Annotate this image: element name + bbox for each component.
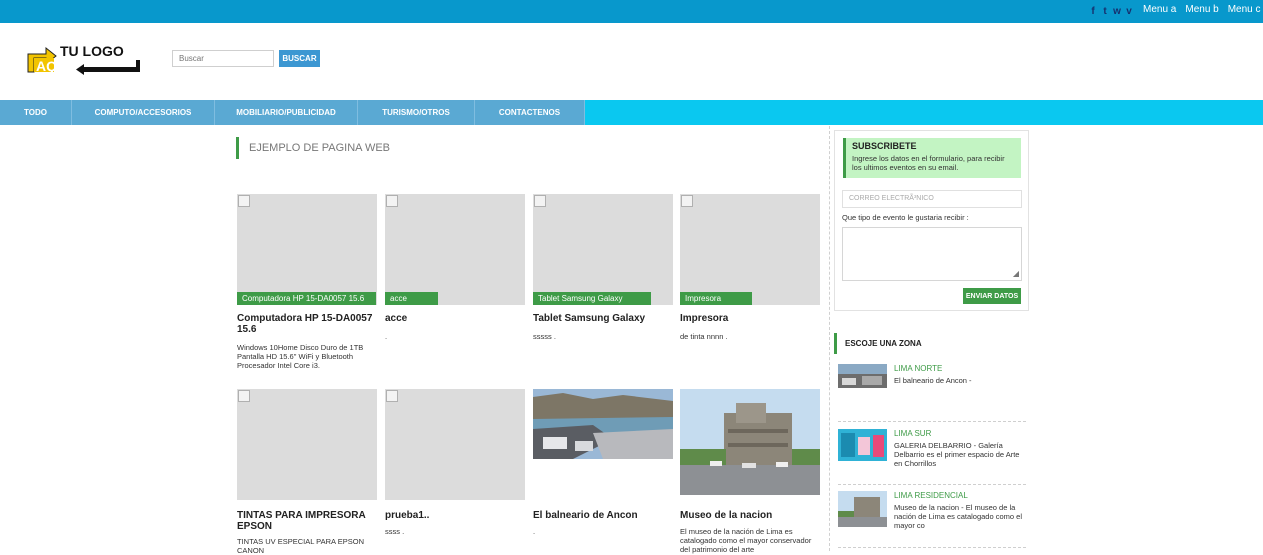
logo-text-line2: AQUI — [36, 58, 71, 74]
product-image[interactable] — [237, 389, 377, 500]
zone-photo — [838, 429, 887, 461]
product-desc: . — [385, 332, 388, 341]
nav-item-mobiliario[interactable]: MOBILIARIO/PUBLICIDAD — [215, 100, 358, 125]
site-logo[interactable]: TU LOGO AQUI — [26, 42, 144, 76]
broken-image-icon — [238, 390, 250, 402]
nav-item-todo[interactable]: TODO — [0, 100, 72, 125]
twitter-icon[interactable]: t — [1100, 5, 1110, 17]
top-menu-a[interactable]: Menu a — [1143, 4, 1176, 15]
top-menu-b[interactable]: Menu b — [1185, 4, 1218, 15]
zone-thumbnail[interactable] — [838, 429, 887, 461]
ancon-photo — [533, 389, 673, 459]
subscribe-header: SUBSCRIBETE Ingrese los datos en el form… — [843, 138, 1021, 178]
nav-item-contactenos[interactable]: CONTACTENOS — [475, 100, 585, 125]
whatsapp-icon[interactable]: w — [1112, 5, 1122, 17]
product-image[interactable] — [680, 389, 820, 500]
product-image[interactable] — [385, 389, 525, 500]
broken-image-icon — [238, 195, 250, 207]
header: TU LOGO AQUI BUSCAR — [0, 23, 1263, 100]
product-tag: Computadora HP 15-DA0057 15.6 — [237, 292, 376, 305]
product-title[interactable]: El balneario de Ancon — [533, 510, 673, 521]
event-type-label: Que tipo de evento le gustaria recibir : — [842, 213, 969, 222]
product-title[interactable]: acce — [385, 313, 525, 324]
vimeo-icon[interactable]: v — [1124, 5, 1134, 17]
product-image[interactable]: Impresora — [680, 194, 820, 305]
sidebar-divider — [829, 126, 830, 551]
top-menu: Menu a Menu b Menu c — [1143, 4, 1261, 15]
product-desc: Windows 10Home Disco Duro de 1TB Pantall… — [237, 343, 364, 370]
zone-name[interactable]: LIMA SUR — [894, 429, 931, 438]
logo-graphic: TU LOGO AQUI — [27, 43, 140, 75]
product-image[interactable]: Computadora HP 15-DA0057 15.6 — [237, 194, 377, 305]
subscribe-title: SUBSCRIBETE — [852, 141, 917, 151]
facebook-icon[interactable]: f — [1088, 5, 1098, 17]
broken-image-icon — [681, 195, 693, 207]
nav-item-computo[interactable]: COMPUTO/ACCESORIOS — [72, 100, 215, 125]
main-nav: TODO COMPUTO/ACCESORIOS MOBILIARIO/PUBLI… — [0, 100, 1263, 125]
broken-image-icon — [386, 195, 398, 207]
zone-photo — [838, 491, 887, 527]
product-image[interactable] — [533, 389, 673, 500]
broken-image-icon — [386, 390, 398, 402]
product-desc: . — [533, 527, 536, 536]
product-image[interactable]: acce — [385, 194, 525, 305]
product-title[interactable]: Tablet Samsung Galaxy — [533, 313, 673, 324]
museo-photo — [680, 389, 820, 495]
broken-image-icon — [534, 195, 546, 207]
zone-desc: GALERIA DELBARRIO - Galería Delbarrio es… — [894, 441, 1020, 468]
zone-name[interactable]: LIMA RESIDENCIAL — [894, 491, 968, 500]
top-menu-c[interactable]: Menu c — [1228, 4, 1261, 15]
product-desc: ssss . — [385, 527, 405, 536]
event-type-textarea[interactable]: ◢ — [842, 227, 1022, 281]
zone-divider — [838, 421, 1026, 422]
product-title[interactable]: TINTAS PARA IMPRESORA EPSON — [237, 510, 377, 532]
zones-title: ESCOJE UNA ZONA — [834, 333, 922, 354]
zone-photo — [838, 364, 887, 388]
product-title[interactable]: Computadora HP 15-DA0057 15.6 — [237, 313, 377, 335]
nav-item-turismo[interactable]: TURISMO/OTROS — [358, 100, 475, 125]
product-desc: sssss . — [533, 332, 556, 341]
product-title[interactable]: Impresora — [680, 313, 820, 324]
product-title[interactable]: prueba1.. — [385, 510, 525, 521]
product-tag: acce — [385, 292, 438, 305]
product-desc: TINTAS UV ESPECIAL PARA EPSON CANON — [237, 537, 364, 555]
zone-thumbnail[interactable] — [838, 364, 887, 388]
nav-items: TODO COMPUTO/ACCESORIOS MOBILIARIO/PUBLI… — [0, 100, 585, 125]
zone-thumbnail[interactable] — [838, 491, 887, 527]
zone-divider — [838, 547, 1026, 548]
email-field[interactable]: CORREO ELECTRÃ³NICO — [842, 190, 1022, 208]
search-input[interactable] — [172, 50, 274, 67]
subscribe-box: SUBSCRIBETE Ingrese los datos en el form… — [834, 130, 1029, 311]
zone-divider — [838, 484, 1026, 485]
product-desc: El museo de la nación de Lima es catalog… — [680, 527, 812, 554]
resize-handle-icon[interactable]: ◢ — [1013, 269, 1019, 278]
product-tag: Tablet Samsung Galaxy — [533, 292, 651, 305]
product-image[interactable]: Tablet Samsung Galaxy — [533, 194, 673, 305]
product-desc: de tinta nnnn . — [680, 332, 728, 341]
send-data-button[interactable]: ENVIAR DATOS — [963, 288, 1021, 304]
logo-text-line1: TU LOGO — [60, 43, 124, 59]
zone-desc: Museo de la nacion - El museo de la naci… — [894, 503, 1022, 530]
search-button[interactable]: BUSCAR — [279, 50, 320, 67]
product-title[interactable]: Museo de la nacion — [680, 510, 820, 521]
zone-name[interactable]: LIMA NORTE — [894, 364, 942, 373]
section-title: EJEMPLO DE PAGINA WEB — [236, 137, 390, 159]
subscribe-text: Ingrese los datos en el formulario, para… — [852, 154, 1005, 172]
product-tag: Impresora — [680, 292, 752, 305]
zone-desc: El balneario de Ancon - — [894, 376, 972, 385]
social-links: f t w v — [1088, 4, 1134, 18]
top-bar: f t w v Menu a Menu b Menu c — [0, 0, 1263, 23]
